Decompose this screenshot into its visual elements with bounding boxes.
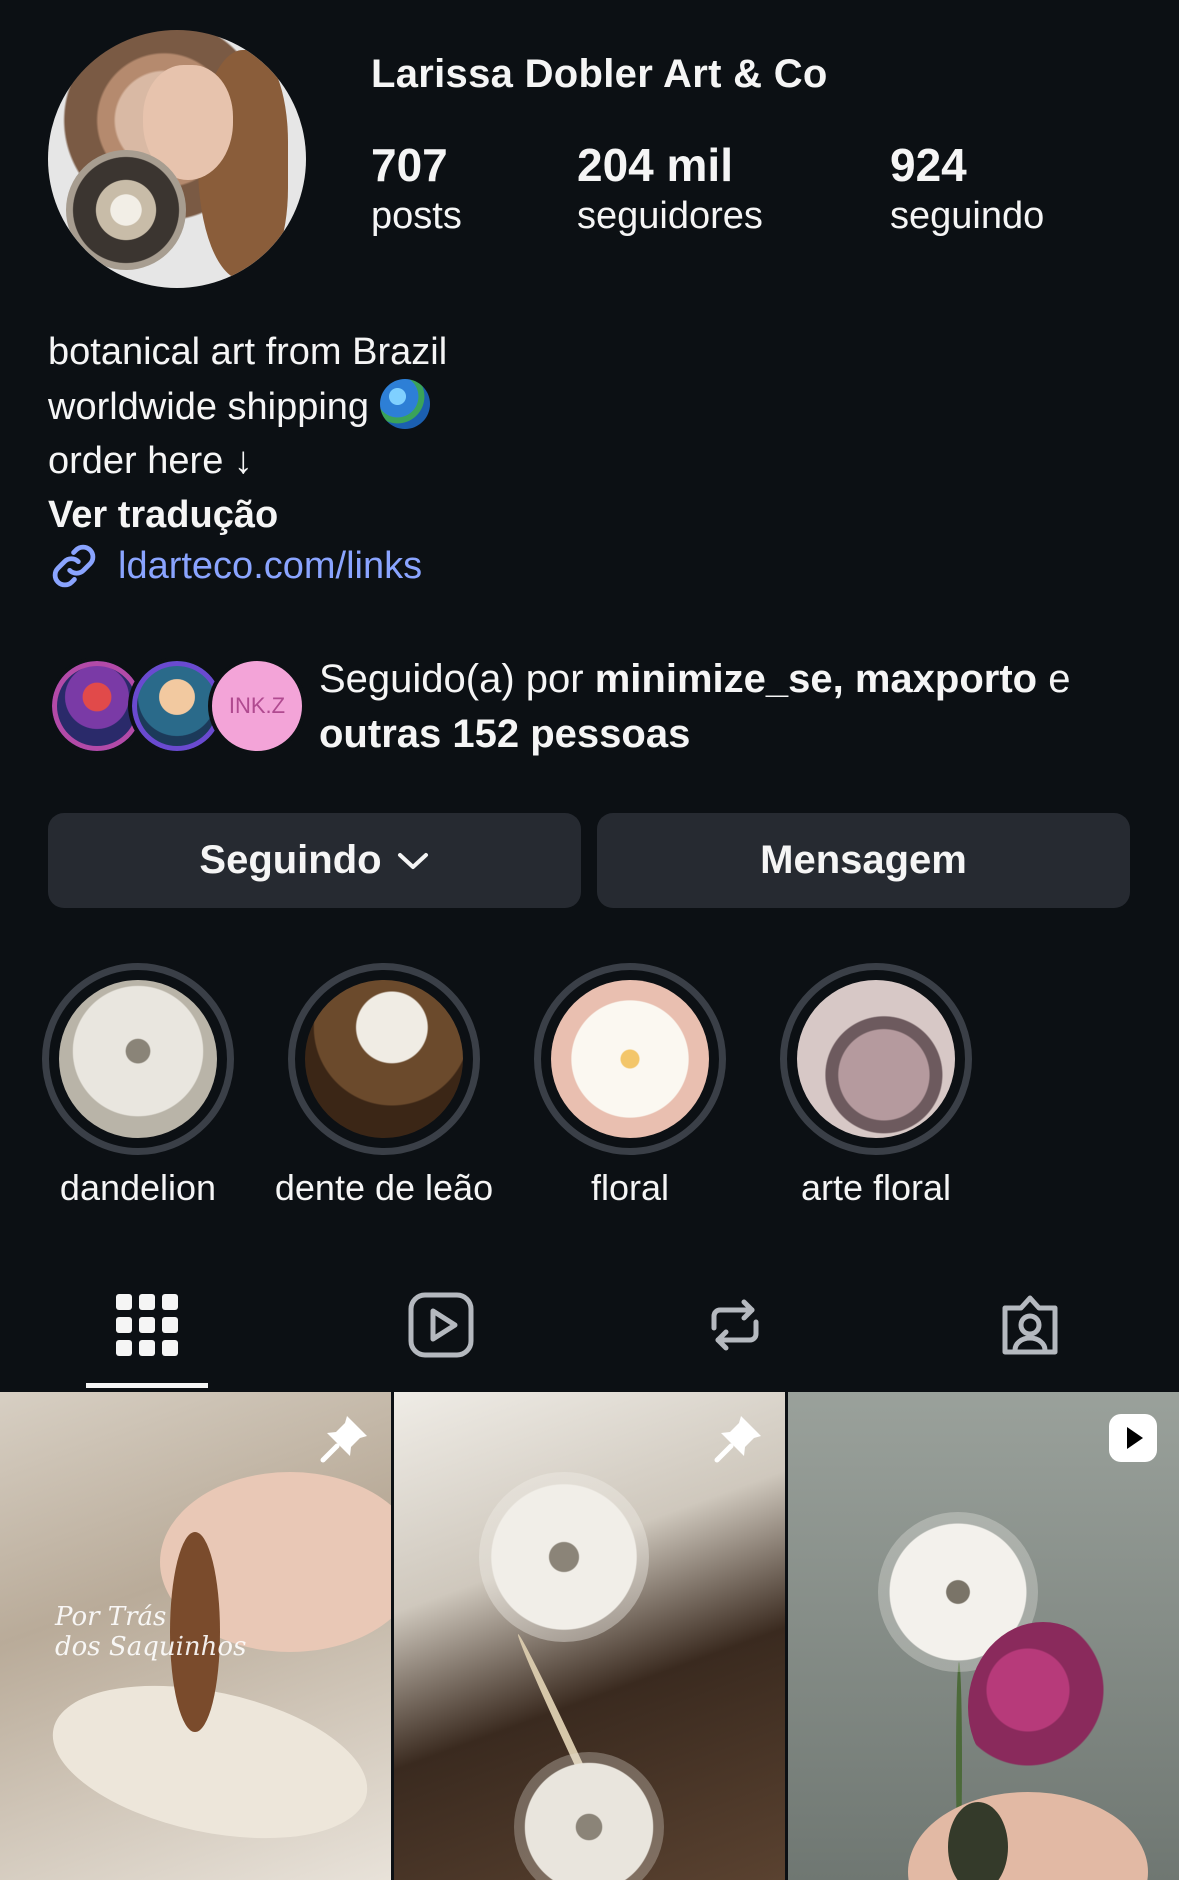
chevron-down-icon	[397, 852, 428, 869]
bio-line-3: order here ↓	[48, 440, 253, 482]
followed-by-text[interactable]: Seguido(a) por minimize_se, maxporto e o…	[319, 652, 1139, 762]
stat-followers[interactable]: 204 mil seguidores	[577, 140, 763, 242]
bio-line-1: botanical art from Brazil	[48, 331, 448, 373]
stat-following[interactable]: 924 seguindo	[890, 140, 1044, 242]
post-overlay-line-2: dos Saquinhos	[55, 1632, 247, 1662]
pin-icon	[714, 1416, 761, 1463]
followed-by-users: minimize_se, maxporto	[594, 657, 1038, 701]
highlight-cover	[305, 980, 463, 1138]
stat-posts-label: posts	[371, 195, 462, 237]
highlight-ring	[42, 963, 234, 1155]
highlight-ring	[288, 963, 480, 1155]
link-icon	[52, 544, 96, 588]
bio-line-2: worldwide shipping	[48, 379, 447, 434]
highlight-cover	[59, 980, 217, 1138]
stat-posts[interactable]: 707 posts	[371, 140, 462, 242]
see-translation-link[interactable]: Ver tradução	[48, 488, 447, 542]
highlight-label: arte floral	[800, 1167, 952, 1208]
profile-avatar[interactable]	[48, 30, 306, 288]
highlight-dandelion[interactable]: dandelion	[15, 963, 261, 1209]
message-button[interactable]: Mensagem	[597, 813, 1130, 908]
profile-page: Larissa Dobler Art & Co 707 posts 204 mi…	[0, 0, 1179, 1880]
highlight-cover	[551, 980, 709, 1138]
avatar-glass-sphere	[66, 150, 186, 270]
bio: botanical art from Brazil worldwide ship…	[48, 325, 447, 542]
bio-line-2-text: worldwide shipping	[48, 386, 370, 428]
stat-followers-label: seguidores	[577, 195, 763, 237]
post-overlay-line-1: Por Trás	[55, 1602, 167, 1632]
highlight-label: dente de leão	[274, 1167, 494, 1208]
pin-icon	[320, 1416, 367, 1463]
following-button[interactable]: Seguindo	[48, 813, 581, 908]
profile-name: Larissa Dobler Art & Co	[371, 52, 828, 96]
tagged-icon[interactable]	[995, 1290, 1065, 1360]
stat-following-value: 924	[890, 139, 967, 191]
bio-link[interactable]: ldarteco.com/links	[48, 540, 422, 592]
post-image-flowers	[968, 1622, 1118, 1792]
stat-following-label: seguindo	[890, 195, 1045, 237]
post-image-dandelion-2	[514, 1752, 664, 1880]
highlight-label: dandelion	[59, 1167, 217, 1208]
highlight-arte-floral[interactable]: arte floral	[753, 963, 999, 1209]
followed-by-prefix: Seguido(a) por	[319, 657, 595, 701]
reel-icon	[1109, 1414, 1157, 1462]
mutual-followers-avatars[interactable]: INK.Z	[48, 657, 306, 757]
post-tile-2[interactable]	[394, 1392, 785, 1880]
highlight-cover	[797, 980, 955, 1138]
post-overlay-text: Por Trás dos Saquinhos	[55, 1602, 246, 1662]
highlight-ring	[534, 963, 726, 1155]
grid-icon[interactable]	[112, 1290, 182, 1360]
followed-by-others: outras 152 pessoas	[319, 712, 691, 756]
following-button-label: Seguindo	[199, 838, 382, 882]
reels-icon[interactable]	[406, 1290, 476, 1360]
highlight-label: floral	[590, 1167, 670, 1208]
highlight-dente-de-leao[interactable]: dente de leão	[261, 963, 507, 1209]
post-image-dandelion	[479, 1472, 649, 1642]
earth-globe-icon	[379, 379, 430, 429]
highlight-floral[interactable]: floral	[507, 963, 753, 1209]
mutual-follower-avatar-3: INK.Z	[208, 657, 306, 755]
post-image-hand	[908, 1792, 1148, 1880]
message-button-label: Mensagem	[760, 838, 967, 882]
highlight-ring	[780, 963, 972, 1155]
post-tile-3[interactable]	[788, 1392, 1179, 1880]
followed-by-connector: e	[1037, 657, 1071, 701]
post-tile-1[interactable]: Por Trás dos Saquinhos	[0, 1392, 391, 1880]
active-tab-indicator	[86, 1383, 208, 1388]
stat-followers-value: 204 mil	[577, 139, 733, 191]
stat-posts-value: 707	[371, 139, 448, 191]
reposts-icon[interactable]	[700, 1290, 770, 1360]
bio-link-text[interactable]: ldarteco.com/links	[118, 545, 422, 588]
